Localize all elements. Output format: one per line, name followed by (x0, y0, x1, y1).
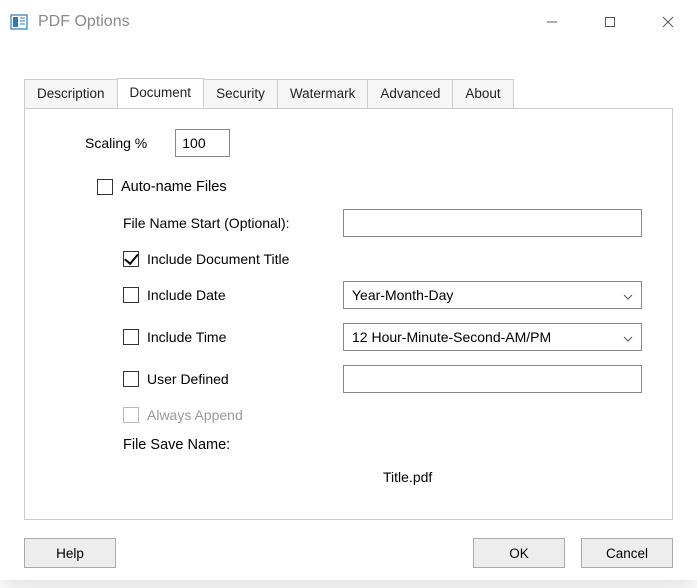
auto-name-row: Auto-name Files (97, 179, 642, 195)
help-button[interactable]: Help (24, 538, 116, 568)
ok-button[interactable]: OK (473, 538, 565, 568)
pdf-options-window: PDF Options Description Document Securit… (0, 0, 697, 580)
chevron-down-icon (623, 287, 633, 303)
always-append-row: Always Append (123, 407, 642, 423)
document-panel: Scaling % Auto-name Files File Name Star… (24, 108, 673, 520)
tab-advanced[interactable]: Advanced (367, 79, 453, 109)
cancel-button[interactable]: Cancel (581, 538, 673, 568)
include-date-checkbox[interactable] (123, 287, 139, 303)
file-save-name-value: Title.pdf (123, 469, 642, 485)
include-date-label: Include Date (147, 287, 226, 303)
include-title-row: Include Document Title (123, 251, 642, 267)
user-defined-checkbox[interactable] (123, 371, 139, 387)
button-bar: Help OK Cancel (24, 538, 673, 568)
scaling-input[interactable] (175, 129, 230, 157)
include-title-checkbox[interactable] (123, 251, 139, 267)
window-buttons (523, 0, 697, 44)
tab-description[interactable]: Description (24, 79, 118, 109)
app-icon (10, 13, 28, 31)
user-defined-row: User Defined (123, 365, 642, 393)
window-title: PDF Options (38, 13, 523, 31)
auto-name-label: Auto-name Files (121, 179, 227, 195)
include-title-label: Include Document Title (147, 251, 289, 267)
spacer (132, 538, 457, 568)
tab-watermark[interactable]: Watermark (277, 79, 369, 109)
include-time-label: Include Time (147, 329, 226, 345)
content-area: Description Document Security Watermark … (0, 44, 697, 588)
include-time-row: Include Time 12 Hour-Minute-Second-AM/PM (123, 323, 642, 351)
file-name-start-label: File Name Start (Optional): (123, 215, 290, 231)
close-button[interactable] (639, 0, 697, 44)
include-date-row: Include Date Year-Month-Day (123, 281, 642, 309)
auto-name-checkbox[interactable] (97, 179, 113, 195)
titlebar: PDF Options (0, 0, 697, 44)
always-append-label: Always Append (147, 407, 243, 423)
date-format-select[interactable]: Year-Month-Day (343, 281, 642, 309)
tab-security[interactable]: Security (203, 79, 278, 109)
file-name-start-row: File Name Start (Optional): (123, 209, 642, 237)
scaling-row: Scaling % (65, 129, 642, 157)
scaling-label: Scaling % (85, 135, 147, 151)
time-format-select[interactable]: 12 Hour-Minute-Second-AM/PM (343, 323, 642, 351)
user-defined-label: User Defined (147, 371, 229, 387)
user-defined-input[interactable] (343, 365, 642, 393)
time-format-value: 12 Hour-Minute-Second-AM/PM (352, 329, 551, 345)
date-format-value: Year-Month-Day (352, 287, 453, 303)
tab-about[interactable]: About (452, 79, 513, 109)
maximize-button[interactable] (581, 0, 639, 44)
minimize-button[interactable] (523, 0, 581, 44)
always-append-checkbox (123, 407, 139, 423)
chevron-down-icon (623, 329, 633, 345)
file-save-name-label: File Save Name: (123, 437, 642, 453)
include-time-checkbox[interactable] (123, 329, 139, 345)
file-name-start-input[interactable] (343, 209, 642, 237)
tab-strip: Description Document Security Watermark … (24, 78, 673, 108)
tab-document[interactable]: Document (117, 78, 205, 108)
